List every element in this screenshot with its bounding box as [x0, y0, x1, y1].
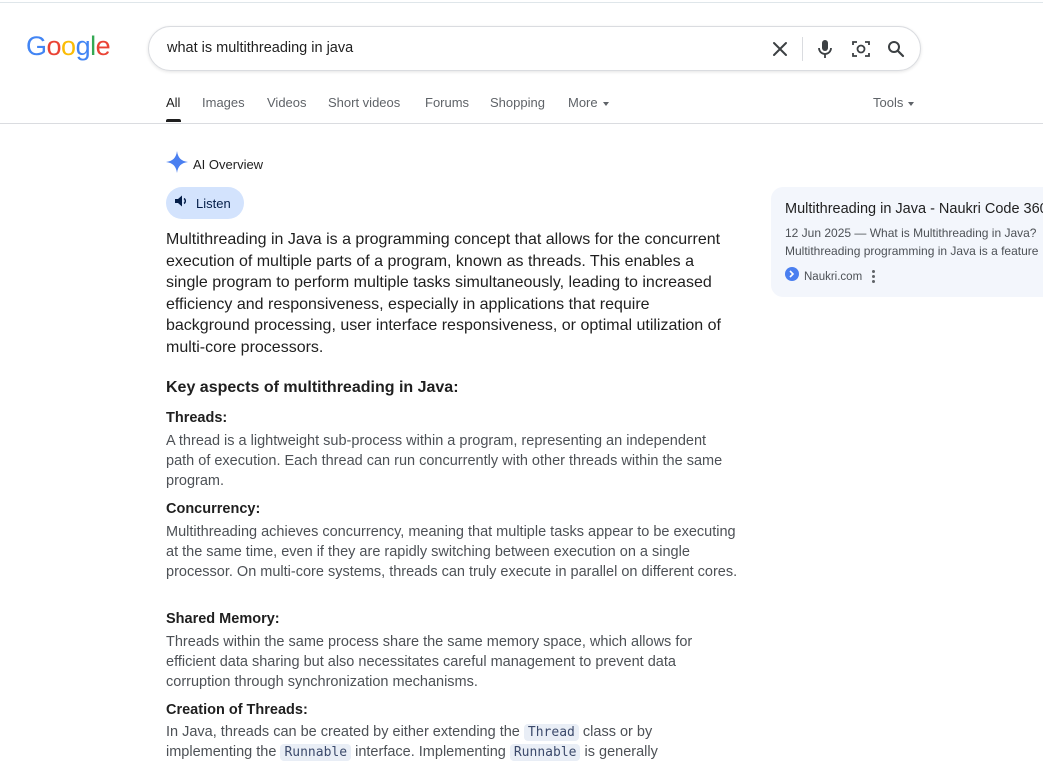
- search-icon[interactable]: [885, 38, 907, 60]
- lens-icon[interactable]: [850, 38, 872, 60]
- search-box[interactable]: what is multithreading in java: [148, 26, 921, 71]
- source-site-name: Naukri.com: [804, 270, 863, 283]
- source-snippet-line: 12 Jun 2025 — What is Multithreading in …: [785, 226, 1037, 240]
- tab-more-label: More: [568, 95, 598, 110]
- source-card[interactable]: Multithreading in Java - Naukri Code 360…: [771, 187, 1043, 297]
- source-site: Naukri.com: [785, 267, 876, 286]
- tab-forums[interactable]: Forums: [425, 95, 469, 110]
- close-icon[interactable]: [769, 38, 791, 60]
- tab-short-videos[interactable]: Short videos: [328, 95, 400, 110]
- logo-letter: o: [46, 31, 62, 61]
- tools-label: Tools: [873, 95, 904, 110]
- search-divider: [802, 37, 803, 61]
- active-tab-indicator: [166, 119, 181, 122]
- listen-label: Listen: [196, 195, 231, 211]
- tab-videos[interactable]: Videos: [267, 95, 307, 110]
- tab-more[interactable]: More: [568, 95, 609, 110]
- section-title-creation-of-threads: Creation of Threads:: [166, 702, 308, 718]
- tools-button[interactable]: Tools: [873, 95, 915, 110]
- tab-shopping[interactable]: Shopping: [490, 95, 545, 110]
- logo-letter: g: [75, 31, 91, 61]
- tab-all[interactable]: All: [166, 95, 180, 110]
- source-snippet: 12 Jun 2025 — What is Multithreading in …: [785, 224, 1038, 260]
- section-body-shared-memory: Threads within the same process share th…: [166, 634, 693, 690]
- chevron-down-icon: [602, 101, 609, 106]
- key-aspects-heading: Key aspects of multithreading in Java:: [166, 379, 459, 396]
- sparkle-icon: [166, 151, 188, 178]
- tab-images[interactable]: Images: [202, 95, 245, 110]
- logo-letter: e: [95, 31, 111, 61]
- site-favicon-icon: [785, 267, 799, 286]
- code-snippet: Runnable: [509, 743, 581, 761]
- speaker-icon: [174, 194, 188, 213]
- ai-overview-title: AI Overview: [193, 157, 264, 172]
- source-snippet-line: Multithreading programming in Java is a …: [785, 244, 1039, 258]
- section-title-shared-memory: Shared Memory:: [166, 611, 280, 627]
- logo-letter: o: [61, 31, 76, 61]
- text-fragment: In Java, threads can be created by eithe…: [166, 724, 524, 740]
- listen-button[interactable]: Listen: [166, 187, 244, 219]
- ai-summary: Multithreading in Java is a programming …: [166, 231, 721, 356]
- text-fragment: interface. Implementing: [351, 743, 510, 760]
- search-input[interactable]: what is multithreading in java: [167, 40, 353, 56]
- section-title-threads: Threads:: [166, 410, 228, 426]
- code-snippet: Thread: [523, 724, 579, 741]
- ai-overview-header: AI Overview: [166, 151, 263, 178]
- code-snippet: Runnable: [280, 743, 352, 761]
- section-body-threads: A thread is a lightweight sub-process wi…: [166, 433, 723, 489]
- section-body-concurrency: Multithreading achieves concurrency, mea…: [166, 524, 738, 580]
- source-title-link[interactable]: Multithreading in Java - Naukri Code 360: [785, 201, 1043, 217]
- google-logo[interactable]: Google: [26, 31, 111, 62]
- logo-letter: G: [26, 31, 47, 61]
- more-options-icon[interactable]: [872, 270, 876, 283]
- section-body-creation-of-threads: In Java, threads can be created by eithe…: [166, 723, 738, 763]
- tabs-divider: [0, 123, 1043, 124]
- top-border: [0, 2, 1043, 3]
- text-fragment: is generally: [580, 743, 658, 760]
- mic-icon[interactable]: [814, 38, 836, 60]
- chevron-down-icon: [908, 101, 915, 106]
- section-title-concurrency: Concurrency:: [166, 501, 261, 517]
